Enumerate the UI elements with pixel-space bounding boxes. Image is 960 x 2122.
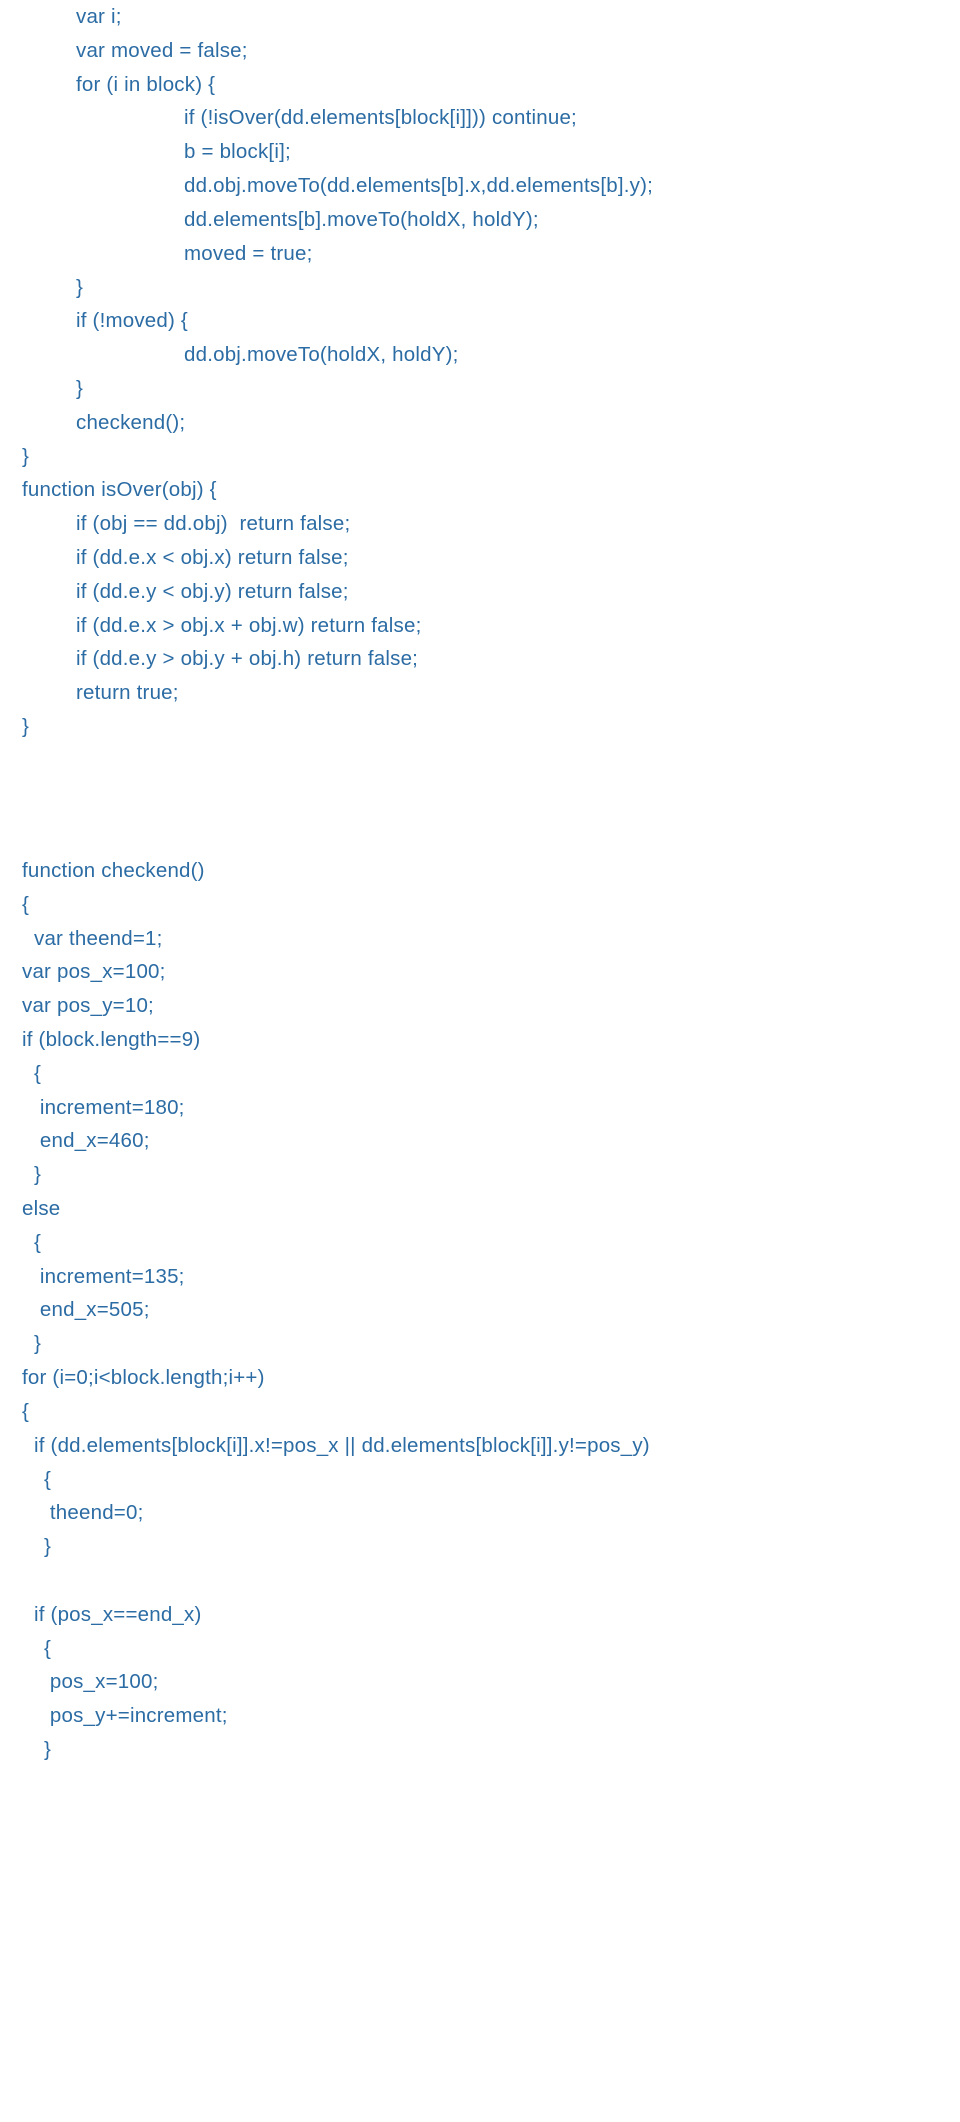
- code-line: b = block[i];: [22, 135, 938, 169]
- code-line: increment=180;: [22, 1091, 938, 1125]
- code-line: }: [22, 372, 938, 406]
- code-line: {: [22, 888, 938, 922]
- code-line: function checkend(): [22, 854, 938, 888]
- code-line: var theend=1;: [22, 922, 938, 956]
- code-line: function isOver(obj) {: [22, 473, 938, 507]
- code-line: if (dd.elements[block[i]].x!=pos_x || dd…: [22, 1429, 938, 1463]
- code-block-2: function checkend() { var theend=1; var …: [22, 854, 938, 1767]
- code-line: if (!moved) {: [22, 304, 938, 338]
- code-line: if (block.length==9): [22, 1023, 938, 1057]
- code-line: }: [22, 1327, 938, 1361]
- code-line: end_x=460;: [22, 1124, 938, 1158]
- code-line: end_x=505;: [22, 1293, 938, 1327]
- code-line: if (dd.e.y < obj.y) return false;: [22, 575, 938, 609]
- code-line: }: [22, 1733, 938, 1767]
- code-line: return true;: [22, 676, 938, 710]
- code-line: if (!isOver(dd.elements[block[i]])) cont…: [22, 101, 938, 135]
- code-line: var pos_y=10;: [22, 989, 938, 1023]
- code-line: }: [22, 1530, 938, 1564]
- code-line: if (dd.e.y > obj.y + obj.h) return false…: [22, 642, 938, 676]
- code-line: pos_y+=increment;: [22, 1699, 938, 1733]
- code-line: for (i=0;i<block.length;i++): [22, 1361, 938, 1395]
- code-line: else: [22, 1192, 938, 1226]
- code-line: {: [22, 1395, 938, 1429]
- code-line: var i;: [22, 0, 938, 34]
- code-line: }: [22, 271, 938, 305]
- code-line: for (i in block) {: [22, 68, 938, 102]
- blank-gap: [22, 744, 938, 854]
- code-line: moved = true;: [22, 237, 938, 271]
- code-line: var pos_x=100;: [22, 955, 938, 989]
- code-line: if (obj == dd.obj) return false;: [22, 507, 938, 541]
- code-line: if (pos_x==end_x): [22, 1598, 938, 1632]
- code-line: [22, 1564, 938, 1598]
- code-line: }: [22, 1158, 938, 1192]
- code-line: {: [22, 1632, 938, 1666]
- code-line: {: [22, 1057, 938, 1091]
- code-line: theend=0;: [22, 1496, 938, 1530]
- code-block-1: var i; var moved = false; for (i in bloc…: [22, 0, 938, 744]
- code-line: checkend();: [22, 406, 938, 440]
- code-line: }: [22, 710, 938, 744]
- code-line: dd.obj.moveTo(holdX, holdY);: [22, 338, 938, 372]
- code-line: dd.obj.moveTo(dd.elements[b].x,dd.elemen…: [22, 169, 938, 203]
- code-line: var moved = false;: [22, 34, 938, 68]
- code-line: dd.elements[b].moveTo(holdX, holdY);: [22, 203, 938, 237]
- code-line: pos_x=100;: [22, 1665, 938, 1699]
- code-line: if (dd.e.x > obj.x + obj.w) return false…: [22, 609, 938, 643]
- code-line: {: [22, 1226, 938, 1260]
- code-line: }: [22, 440, 938, 474]
- code-line: if (dd.e.x < obj.x) return false;: [22, 541, 938, 575]
- code-line: {: [22, 1463, 938, 1497]
- code-line: increment=135;: [22, 1260, 938, 1294]
